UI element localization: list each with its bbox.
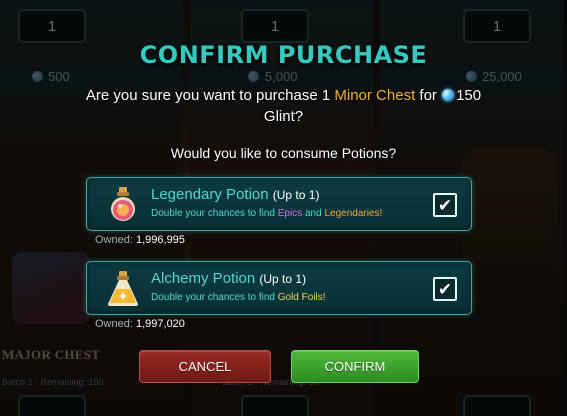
alchemy-potion-checkbox[interactable]: ✔ <box>433 277 457 301</box>
owned-label: Owned: <box>95 234 133 246</box>
epics-highlight: Epics <box>277 208 303 219</box>
legendary-potion-option[interactable]: Legendary Potion (Up to 1) Double your c… <box>86 177 472 231</box>
potion-name: Alchemy Potion (Up to 1) <box>151 270 306 287</box>
legendary-potion-checkbox[interactable]: ✔ <box>433 193 457 217</box>
cancel-button[interactable]: CANCEL <box>139 350 271 383</box>
potion-title: Alchemy Potion <box>151 270 256 287</box>
description-text: Double your chances to find <box>151 208 278 219</box>
description-text: Double your chances to find <box>151 292 278 303</box>
alchemy-owned: Owned: 1,997,020 <box>95 318 185 330</box>
consume-prompt: Would you like to consume Potions? <box>170 145 397 161</box>
potion-name: Legendary Potion (Up to 1) <box>151 186 319 203</box>
price-value: 150 <box>456 87 482 104</box>
alchemy-potion-icon <box>108 271 138 306</box>
potion-description: Double your chances to find Gold Foils! <box>151 292 326 303</box>
legendaries-highlight: Legendaries! <box>324 208 383 219</box>
gold-foils-highlight: Gold Foils! <box>277 292 326 303</box>
purchase-question: Are you sure you want to purchase 1 Mino… <box>60 85 507 127</box>
question-text: for <box>415 87 442 104</box>
legendary-owned: Owned: 1,996,995 <box>95 234 185 246</box>
legendary-potion-icon <box>111 187 135 221</box>
currency-label: Glint? <box>263 108 304 125</box>
potion-limit: (Up to 1) <box>259 272 307 286</box>
potion-limit: (Up to 1) <box>272 188 320 202</box>
potion-title: Legendary Potion <box>151 186 269 203</box>
alchemy-potion-option[interactable]: Alchemy Potion (Up to 1) Double your cha… <box>86 261 472 315</box>
item-name: Minor Chest <box>334 87 416 104</box>
owned-label: Owned: <box>95 318 133 330</box>
owned-count: 1,996,995 <box>135 234 185 246</box>
confirm-button[interactable]: CONFIRM <box>291 350 419 383</box>
potion-description: Double your chances to find Epics and Le… <box>151 208 382 219</box>
question-text: Are you sure you want to purchase 1 <box>85 87 335 104</box>
glint-gem-icon <box>442 89 455 101</box>
description-text: and <box>302 208 325 219</box>
dialog-title: CONFIRM PURCHASE <box>139 41 428 69</box>
owned-count: 1,997,020 <box>135 318 185 330</box>
